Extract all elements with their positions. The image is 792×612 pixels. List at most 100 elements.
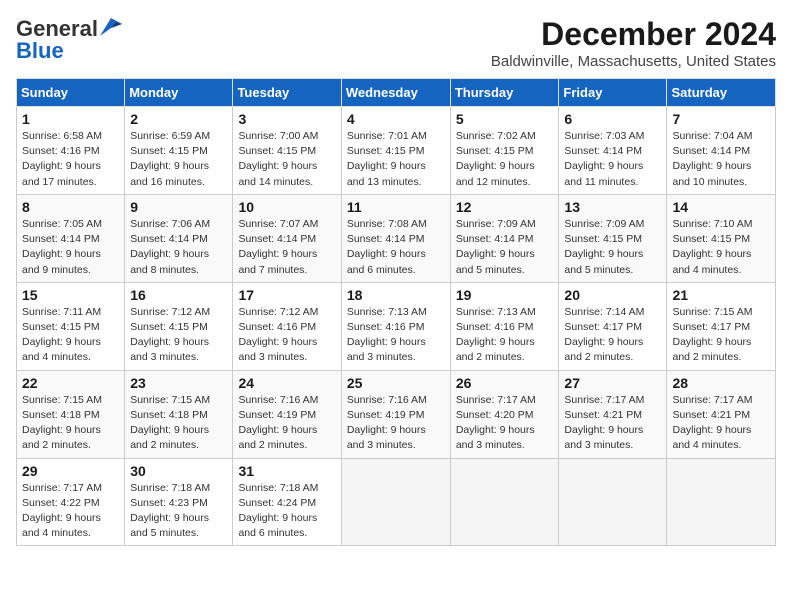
calendar-cell: 7 Sunrise: 7:04 AM Sunset: 4:14 PM Dayli…	[667, 107, 776, 195]
day-number: 17	[238, 287, 335, 303]
logo-blue-text: Blue	[16, 38, 64, 64]
calendar-cell	[667, 458, 776, 546]
calendar-cell: 6 Sunrise: 7:03 AM Sunset: 4:14 PM Dayli…	[559, 107, 667, 195]
day-number: 3	[238, 111, 335, 127]
day-number: 12	[456, 199, 554, 215]
calendar-cell: 27 Sunrise: 7:17 AM Sunset: 4:21 PM Dayl…	[559, 370, 667, 458]
calendar-cell: 9 Sunrise: 7:06 AM Sunset: 4:14 PM Dayli…	[125, 194, 233, 282]
day-number: 8	[22, 199, 119, 215]
day-info: Sunrise: 7:17 AM Sunset: 4:22 PM Dayligh…	[22, 482, 102, 540]
col-sunday: Sunday	[17, 79, 125, 107]
calendar-cell: 8 Sunrise: 7:05 AM Sunset: 4:14 PM Dayli…	[17, 194, 125, 282]
day-number: 28	[672, 375, 770, 391]
day-number: 9	[130, 199, 227, 215]
calendar-cell: 24 Sunrise: 7:16 AM Sunset: 4:19 PM Dayl…	[233, 370, 341, 458]
day-number: 5	[456, 111, 554, 127]
day-info: Sunrise: 7:07 AM Sunset: 4:14 PM Dayligh…	[238, 218, 318, 276]
calendar-cell: 18 Sunrise: 7:13 AM Sunset: 4:16 PM Dayl…	[341, 282, 450, 370]
calendar-week-row: 15 Sunrise: 7:11 AM Sunset: 4:15 PM Dayl…	[17, 282, 776, 370]
day-number: 24	[238, 375, 335, 391]
calendar-cell: 30 Sunrise: 7:18 AM Sunset: 4:23 PM Dayl…	[125, 458, 233, 546]
day-info: Sunrise: 7:03 AM Sunset: 4:14 PM Dayligh…	[564, 130, 644, 188]
calendar-week-row: 1 Sunrise: 6:58 AM Sunset: 4:16 PM Dayli…	[17, 107, 776, 195]
day-info: Sunrise: 7:01 AM Sunset: 4:15 PM Dayligh…	[347, 130, 427, 188]
calendar-cell: 29 Sunrise: 7:17 AM Sunset: 4:22 PM Dayl…	[17, 458, 125, 546]
day-info: Sunrise: 7:00 AM Sunset: 4:15 PM Dayligh…	[238, 130, 318, 188]
calendar-cell: 14 Sunrise: 7:10 AM Sunset: 4:15 PM Dayl…	[667, 194, 776, 282]
day-info: Sunrise: 7:11 AM Sunset: 4:15 PM Dayligh…	[22, 306, 101, 364]
calendar-cell: 25 Sunrise: 7:16 AM Sunset: 4:19 PM Dayl…	[341, 370, 450, 458]
day-info: Sunrise: 7:15 AM Sunset: 4:17 PM Dayligh…	[672, 306, 752, 364]
day-number: 22	[22, 375, 119, 391]
calendar-cell: 1 Sunrise: 6:58 AM Sunset: 4:16 PM Dayli…	[17, 107, 125, 195]
col-wednesday: Wednesday	[341, 79, 450, 107]
month-title: December 2024	[491, 16, 776, 53]
calendar-week-row: 8 Sunrise: 7:05 AM Sunset: 4:14 PM Dayli…	[17, 194, 776, 282]
day-info: Sunrise: 7:13 AM Sunset: 4:16 PM Dayligh…	[456, 306, 536, 364]
day-info: Sunrise: 7:13 AM Sunset: 4:16 PM Dayligh…	[347, 306, 427, 364]
day-number: 7	[672, 111, 770, 127]
day-number: 31	[238, 463, 335, 479]
day-number: 25	[347, 375, 445, 391]
day-number: 21	[672, 287, 770, 303]
day-info: Sunrise: 6:58 AM Sunset: 4:16 PM Dayligh…	[22, 130, 102, 188]
day-info: Sunrise: 7:17 AM Sunset: 4:21 PM Dayligh…	[672, 394, 752, 452]
day-number: 6	[564, 111, 661, 127]
title-block: December 2024 Baldwinville, Massachusett…	[491, 16, 776, 70]
day-number: 4	[347, 111, 445, 127]
day-number: 16	[130, 287, 227, 303]
day-number: 23	[130, 375, 227, 391]
calendar-cell: 21 Sunrise: 7:15 AM Sunset: 4:17 PM Dayl…	[667, 282, 776, 370]
calendar-cell: 12 Sunrise: 7:09 AM Sunset: 4:14 PM Dayl…	[450, 194, 559, 282]
day-info: Sunrise: 6:59 AM Sunset: 4:15 PM Dayligh…	[130, 130, 210, 188]
logo: General Blue	[16, 16, 122, 64]
day-number: 14	[672, 199, 770, 215]
day-info: Sunrise: 7:15 AM Sunset: 4:18 PM Dayligh…	[22, 394, 102, 452]
calendar-cell: 4 Sunrise: 7:01 AM Sunset: 4:15 PM Dayli…	[341, 107, 450, 195]
col-saturday: Saturday	[667, 79, 776, 107]
location-subtitle: Baldwinville, Massachusetts, United Stat…	[491, 53, 776, 70]
col-thursday: Thursday	[450, 79, 559, 107]
day-info: Sunrise: 7:14 AM Sunset: 4:17 PM Dayligh…	[564, 306, 644, 364]
day-info: Sunrise: 7:17 AM Sunset: 4:21 PM Dayligh…	[564, 394, 644, 452]
calendar-cell	[559, 458, 667, 546]
calendar-cell: 20 Sunrise: 7:14 AM Sunset: 4:17 PM Dayl…	[559, 282, 667, 370]
day-info: Sunrise: 7:05 AM Sunset: 4:14 PM Dayligh…	[22, 218, 102, 276]
calendar-cell: 3 Sunrise: 7:00 AM Sunset: 4:15 PM Dayli…	[233, 107, 341, 195]
day-info: Sunrise: 7:12 AM Sunset: 4:15 PM Dayligh…	[130, 306, 210, 364]
days-header-row: Sunday Monday Tuesday Wednesday Thursday…	[17, 79, 776, 107]
day-number: 29	[22, 463, 119, 479]
calendar-cell: 26 Sunrise: 7:17 AM Sunset: 4:20 PM Dayl…	[450, 370, 559, 458]
day-info: Sunrise: 7:09 AM Sunset: 4:14 PM Dayligh…	[456, 218, 536, 276]
day-info: Sunrise: 7:08 AM Sunset: 4:14 PM Dayligh…	[347, 218, 427, 276]
day-info: Sunrise: 7:02 AM Sunset: 4:15 PM Dayligh…	[456, 130, 536, 188]
day-number: 15	[22, 287, 119, 303]
day-info: Sunrise: 7:15 AM Sunset: 4:18 PM Dayligh…	[130, 394, 210, 452]
day-number: 19	[456, 287, 554, 303]
calendar-cell: 10 Sunrise: 7:07 AM Sunset: 4:14 PM Dayl…	[233, 194, 341, 282]
col-tuesday: Tuesday	[233, 79, 341, 107]
day-number: 2	[130, 111, 227, 127]
day-info: Sunrise: 7:06 AM Sunset: 4:14 PM Dayligh…	[130, 218, 210, 276]
day-info: Sunrise: 7:12 AM Sunset: 4:16 PM Dayligh…	[238, 306, 318, 364]
col-friday: Friday	[559, 79, 667, 107]
day-info: Sunrise: 7:16 AM Sunset: 4:19 PM Dayligh…	[238, 394, 318, 452]
day-info: Sunrise: 7:18 AM Sunset: 4:23 PM Dayligh…	[130, 482, 210, 540]
day-number: 11	[347, 199, 445, 215]
page-header: General Blue December 2024 Baldwinville,…	[16, 16, 776, 70]
day-info: Sunrise: 7:18 AM Sunset: 4:24 PM Dayligh…	[238, 482, 318, 540]
calendar-cell: 5 Sunrise: 7:02 AM Sunset: 4:15 PM Dayli…	[450, 107, 559, 195]
day-number: 18	[347, 287, 445, 303]
day-number: 13	[564, 199, 661, 215]
day-number: 27	[564, 375, 661, 391]
calendar-cell: 22 Sunrise: 7:15 AM Sunset: 4:18 PM Dayl…	[17, 370, 125, 458]
calendar-week-row: 29 Sunrise: 7:17 AM Sunset: 4:22 PM Dayl…	[17, 458, 776, 546]
logo-bird-icon	[100, 18, 122, 36]
day-number: 30	[130, 463, 227, 479]
calendar-cell: 19 Sunrise: 7:13 AM Sunset: 4:16 PM Dayl…	[450, 282, 559, 370]
day-number: 26	[456, 375, 554, 391]
calendar-cell: 15 Sunrise: 7:11 AM Sunset: 4:15 PM Dayl…	[17, 282, 125, 370]
day-number: 10	[238, 199, 335, 215]
day-info: Sunrise: 7:09 AM Sunset: 4:15 PM Dayligh…	[564, 218, 644, 276]
calendar-cell: 17 Sunrise: 7:12 AM Sunset: 4:16 PM Dayl…	[233, 282, 341, 370]
